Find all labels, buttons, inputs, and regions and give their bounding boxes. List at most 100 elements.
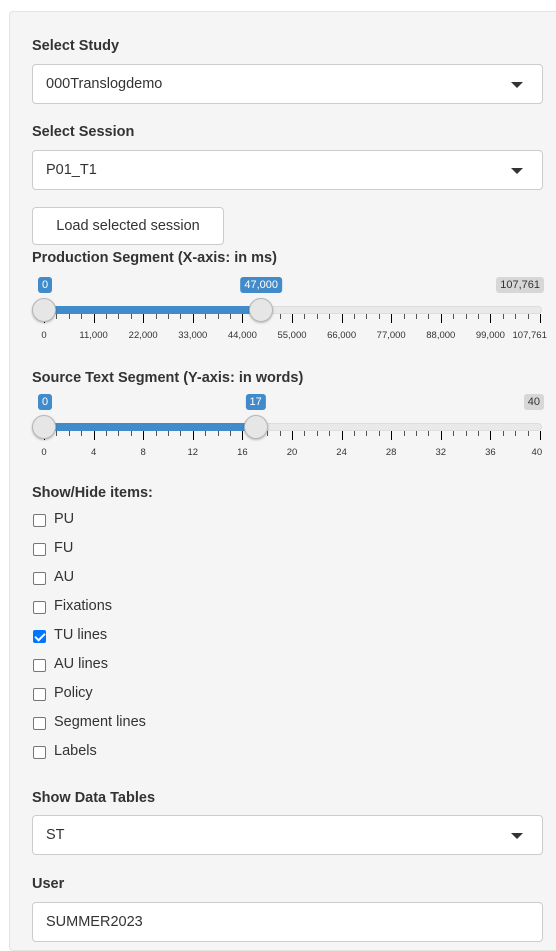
minor-tick: [378, 431, 380, 436]
minor-tick: [81, 431, 83, 436]
major-tick: [341, 314, 343, 323]
production-range-slider[interactable]: 0 47,000 107,761 0 11,000 22,000 33,000 44,0…: [32, 277, 547, 343]
minor-tick: [68, 314, 70, 319]
major-tick: [540, 314, 541, 323]
major-tick: [391, 314, 393, 323]
minor-tick: [316, 314, 318, 319]
slider-tick-labels: 0 4 8 12 16 20 24 28 32 36 40: [41, 447, 543, 459]
source-range-slider[interactable]: 0 17 40 0 4 8 12 16 20 24 28 32 36 40: [32, 394, 544, 460]
minor-tick: [217, 314, 219, 319]
minor-tick: [502, 314, 504, 319]
slider-to-handle[interactable]: [243, 415, 268, 439]
major-tick: [242, 431, 244, 440]
minor-tick: [465, 314, 467, 319]
minor-tick: [515, 314, 517, 319]
checkbox-unchecked[interactable]: [33, 543, 46, 556]
minor-tick: [205, 314, 207, 319]
minor-tick: [155, 314, 157, 319]
minor-tick: [130, 314, 132, 319]
major-tick: [143, 431, 145, 440]
minor-tick: [354, 314, 355, 319]
tick-label: 88,000: [426, 330, 456, 341]
minor-tick: [106, 314, 107, 319]
tick-label: 12: [187, 447, 199, 458]
checkbox-unchecked[interactable]: [33, 514, 46, 527]
tick-label: 55,000: [277, 330, 307, 341]
minor-tick: [106, 431, 107, 436]
checkbox-unchecked[interactable]: [33, 572, 46, 585]
checkbox-unchecked[interactable]: [33, 688, 46, 701]
minor-tick: [354, 431, 355, 436]
minor-tick: [316, 431, 318, 436]
slider-from-handle[interactable]: [32, 298, 56, 322]
minor-tick: [304, 431, 306, 436]
tick-label: 11,000: [79, 330, 108, 341]
slider-from-label: 0: [38, 394, 53, 410]
major-tick: [292, 431, 293, 440]
checkbox-unchecked[interactable]: [33, 746, 46, 759]
user-input-value: SUMMER2023: [46, 914, 143, 930]
select-session-value: P01_T1: [46, 162, 97, 178]
minor-tick: [478, 314, 479, 319]
minor-tick: [329, 314, 331, 319]
checkbox-label: AU: [54, 569, 75, 585]
minor-tick: [403, 314, 405, 319]
major-tick: [292, 314, 293, 323]
tick-label: 33,000: [178, 330, 208, 341]
major-tick: [391, 431, 393, 440]
tick-label: 32: [435, 447, 447, 458]
source-slider-label: Source Text Segment (Y-axis: in words): [32, 370, 304, 386]
checkbox-unchecked[interactable]: [33, 717, 46, 730]
slider-selected-bar[interactable]: [44, 423, 256, 431]
slider-max-label: 40: [523, 394, 544, 410]
minor-tick: [217, 431, 219, 436]
checkbox-label: Policy: [54, 685, 93, 701]
checkbox-unchecked[interactable]: [33, 601, 46, 614]
tick-label: 36: [485, 447, 496, 458]
checkbox-label: TU lines: [54, 627, 108, 643]
major-tick: [143, 314, 145, 323]
minor-tick: [428, 431, 430, 436]
major-tick: [93, 314, 95, 323]
data-tables-label: Show Data Tables: [32, 790, 156, 806]
minor-tick: [366, 314, 368, 319]
minor-tick: [56, 314, 58, 319]
minor-tick: [428, 314, 430, 319]
tick-label: 0: [41, 330, 47, 341]
show-hide-label: Show/Hide items:: [32, 485, 153, 501]
user-input[interactable]: SUMMER2023: [32, 902, 543, 942]
checkbox-label: Segment lines: [54, 714, 146, 730]
checkbox-unchecked[interactable]: [33, 659, 46, 672]
minor-tick: [416, 431, 417, 436]
tick-label: 8: [140, 447, 146, 458]
select-session-dropdown[interactable]: P01_T1: [32, 150, 543, 190]
minor-tick: [180, 314, 182, 319]
major-tick: [490, 314, 492, 323]
minor-tick: [118, 314, 120, 319]
production-slider-label: Production Segment (X-axis: in ms): [32, 250, 277, 266]
tick-label: 99,000: [475, 330, 505, 341]
tick-label: 40: [531, 447, 543, 458]
minor-tick: [56, 431, 58, 436]
checkbox-checked[interactable]: [33, 630, 46, 643]
tick-label: 77,000: [376, 330, 406, 341]
major-tick: [341, 431, 343, 440]
user-label: User: [32, 876, 65, 892]
slider-from-handle[interactable]: [32, 415, 56, 439]
slider-selected-bar[interactable]: [44, 306, 262, 314]
data-tables-dropdown[interactable]: ST: [32, 815, 543, 855]
tick-label: 28: [385, 447, 397, 458]
major-tick: [192, 314, 194, 323]
major-tick: [440, 431, 442, 440]
checkbox-label: Fixations: [54, 598, 113, 614]
slider-to-handle[interactable]: [249, 298, 274, 322]
load-session-button[interactable]: Load selected session: [32, 207, 224, 245]
checkbox-label: AU lines: [54, 656, 108, 672]
slider-ticks: [44, 314, 542, 326]
tick-label: 66,000: [327, 330, 357, 341]
minor-tick: [168, 431, 169, 436]
minor-tick: [453, 314, 455, 319]
select-study-dropdown[interactable]: 000Translogdemo: [32, 64, 543, 104]
tick-label: 20: [286, 447, 298, 458]
tick-label: 22,000: [128, 330, 158, 341]
